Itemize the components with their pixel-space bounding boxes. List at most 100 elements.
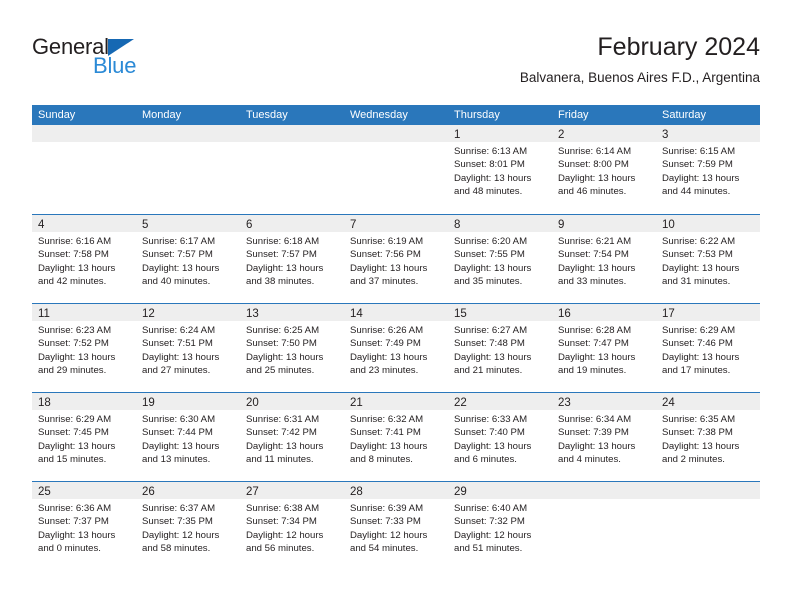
day-info: Sunrise: 6:37 AM Sunset: 7:35 PM Daylight:… [136, 499, 240, 556]
daylight-text-line1: Daylight: 12 hours [350, 529, 428, 541]
calendar-day-cell[interactable]: 21 Sunrise: 6:32 AM Sunset: 7:41 PM Dayligh… [344, 393, 448, 481]
calendar-page: General Blue February 2024 Balvanera, Bu… [0, 0, 792, 612]
daylight-text-line1: Daylight: 13 hours [454, 262, 532, 274]
calendar-day-cell[interactable]: 28 Sunrise: 6:39 AM Sunset: 7:33 PM Dayligh… [344, 482, 448, 570]
daylight-text-line1: Daylight: 13 hours [246, 440, 324, 452]
sunrise-text: Sunrise: 6:38 AM [246, 503, 320, 514]
calendar-day-cell[interactable]: 3 Sunrise: 6:15 AM Sunset: 7:59 PM Daylight… [656, 125, 760, 214]
day-info: Sunrise: 6:32 AM Sunset: 7:41 PM Daylight:… [344, 410, 448, 467]
page-subtitle: Balvanera, Buenos Aires F.D., Argentina [519, 70, 760, 85]
sunrise-text: Sunrise: 6:37 AM [142, 503, 216, 514]
calendar-day-cell[interactable]: 8 Sunrise: 6:20 AM Sunset: 7:55 PM Daylight… [448, 215, 552, 303]
calendar-day-cell[interactable]: 24 Sunrise: 6:35 AM Sunset: 7:38 PM Dayligh… [656, 393, 760, 481]
day-info: Sunrise: 6:30 AM Sunset: 7:44 PM Daylight:… [136, 410, 240, 467]
day-number-band: 20 [240, 393, 344, 410]
calendar-day-cell[interactable]: 4 Sunrise: 6:16 AM Sunset: 7:58 PM Daylight… [32, 215, 136, 303]
daylight-text-line2: and 42 minutes. [38, 276, 107, 288]
daylight-text-line2: and 44 minutes. [662, 186, 731, 198]
calendar-day-cell[interactable]: 26 Sunrise: 6:37 AM Sunset: 7:35 PM Dayligh… [136, 482, 240, 570]
title-block: February 2024 Balvanera, Buenos Aires F.… [520, 32, 760, 86]
weekday-header-thursday: Thursday [454, 109, 500, 121]
day-number-band: 27 [240, 482, 344, 499]
daylight-text-line2: and 21 minutes. [454, 365, 523, 377]
day-number-band [240, 125, 344, 142]
day-number-band: 12 [136, 304, 240, 321]
sunset-text: Sunset: 7:40 PM [454, 427, 525, 439]
sunrise-text: Sunrise: 6:13 AM [454, 146, 528, 157]
calendar-day-cell[interactable]: 7 Sunrise: 6:19 AM Sunset: 7:56 PM Daylight… [344, 215, 448, 303]
calendar-day-cell[interactable]: 9 Sunrise: 6:21 AM Sunset: 7:54 PM Daylight… [552, 215, 656, 303]
calendar-day-cell[interactable]: 20 Sunrise: 6:31 AM Sunset: 7:42 PM Dayligh… [240, 393, 344, 481]
calendar-day-cell[interactable]: 25 Sunrise: 6:36 AM Sunset: 7:37 PM Dayligh… [32, 482, 136, 570]
day-number: 3 [662, 129, 669, 141]
calendar-day-cell[interactable]: 6 Sunrise: 6:18 AM Sunset: 7:57 PM Daylight… [240, 215, 344, 303]
day-number-band: 22 [448, 393, 552, 410]
day-number-band [344, 125, 448, 142]
daylight-text-line1: Daylight: 13 hours [662, 172, 740, 184]
day-number: 22 [454, 397, 467, 409]
calendar-day-cell[interactable]: 18 Sunrise: 6:29 AM Sunset: 7:45 PM Dayligh… [32, 393, 136, 481]
calendar-day-cell[interactable]: 23 Sunrise: 6:34 AM Sunset: 7:39 PM Dayligh… [552, 393, 656, 481]
daylight-text-line2: and 2 minutes. [662, 454, 725, 466]
sunset-text: Sunset: 7:57 PM [142, 249, 213, 261]
calendar-day-cell[interactable]: 15 Sunrise: 6:27 AM Sunset: 7:48 PM Dayligh… [448, 304, 552, 392]
sunset-text: Sunset: 7:33 PM [350, 516, 421, 528]
day-number-band: 4 [32, 215, 136, 232]
calendar-day-cell[interactable]: 11 Sunrise: 6:23 AM Sunset: 7:52 PM Dayligh… [32, 304, 136, 392]
day-info: Sunrise: 6:39 AM Sunset: 7:33 PM Daylight:… [344, 499, 448, 556]
daylight-text-line1: Daylight: 13 hours [662, 262, 740, 274]
sunrise-text: Sunrise: 6:21 AM [558, 236, 632, 247]
day-number: 2 [558, 129, 565, 141]
day-info: Sunrise: 6:27 AM Sunset: 7:48 PM Daylight:… [448, 321, 552, 378]
sunrise-text: Sunrise: 6:35 AM [662, 414, 736, 425]
day-number-band: 24 [656, 393, 760, 410]
calendar-day-cell[interactable]: 16 Sunrise: 6:28 AM Sunset: 7:47 PM Dayligh… [552, 304, 656, 392]
daylight-text-line2: and 37 minutes. [350, 276, 419, 288]
daylight-text-line2: and 11 minutes. [246, 454, 314, 466]
day-number-band: 3 [656, 125, 760, 142]
weekday-header-friday: Friday [558, 109, 589, 121]
calendar-day-cell[interactable]: 2 Sunrise: 6:14 AM Sunset: 8:00 PM Daylight… [552, 125, 656, 214]
calendar-weeks: 1 Sunrise: 6:13 AM Sunset: 8:01 PM Daylight… [32, 125, 760, 570]
day-info: Sunrise: 6:40 AM Sunset: 7:32 PM Daylight:… [448, 499, 552, 556]
daylight-text-line2: and 0 minutes. [38, 543, 101, 555]
daylight-text-line1: Daylight: 13 hours [662, 440, 740, 452]
calendar-day-cell[interactable]: 12 Sunrise: 6:24 AM Sunset: 7:51 PM Dayligh… [136, 304, 240, 392]
calendar-day-cell[interactable]: 14 Sunrise: 6:26 AM Sunset: 7:49 PM Dayligh… [344, 304, 448, 392]
calendar-day-cell[interactable]: 19 Sunrise: 6:30 AM Sunset: 7:44 PM Dayligh… [136, 393, 240, 481]
calendar-day-cell[interactable]: 10 Sunrise: 6:22 AM Sunset: 7:53 PM Dayligh… [656, 215, 760, 303]
brand-name-blue: Blue [93, 53, 137, 78]
daylight-text-line2: and 48 minutes. [454, 186, 523, 198]
daylight-text-line2: and 35 minutes. [454, 276, 523, 288]
daylight-text-line2: and 19 minutes. [558, 365, 627, 377]
sunrise-text: Sunrise: 6:25 AM [246, 325, 320, 336]
sunset-text: Sunset: 8:01 PM [454, 159, 525, 171]
sunrise-text: Sunrise: 6:19 AM [350, 236, 424, 247]
calendar-day-cell[interactable]: 22 Sunrise: 6:33 AM Sunset: 7:40 PM Dayligh… [448, 393, 552, 481]
day-number-band: 7 [344, 215, 448, 232]
day-info: Sunrise: 6:29 AM Sunset: 7:45 PM Daylight:… [32, 410, 136, 467]
calendar-day-cell[interactable]: 1 Sunrise: 6:13 AM Sunset: 8:01 PM Daylight… [448, 125, 552, 214]
day-number: 27 [246, 486, 259, 498]
sunrise-text: Sunrise: 6:22 AM [662, 236, 736, 247]
day-number: 9 [558, 219, 565, 231]
day-number-band: 14 [344, 304, 448, 321]
sunset-text: Sunset: 7:51 PM [142, 338, 213, 350]
sunrise-text: Sunrise: 6:20 AM [454, 236, 528, 247]
brand-logo[interactable]: General Blue [32, 36, 332, 92]
weekday-header-row: Sunday Monday Tuesday Wednesday Thursday Frid… [32, 105, 760, 125]
calendar-day-cell[interactable]: 27 Sunrise: 6:38 AM Sunset: 7:34 PM Dayligh… [240, 482, 344, 570]
daylight-text-line1: Daylight: 13 hours [38, 351, 116, 363]
daylight-text-line1: Daylight: 13 hours [454, 351, 532, 363]
calendar-day-cell[interactable]: 17 Sunrise: 6:29 AM Sunset: 7:46 PM Dayligh… [656, 304, 760, 392]
calendar-day-cell[interactable]: 13 Sunrise: 6:25 AM Sunset: 7:50 PM Dayligh… [240, 304, 344, 392]
day-number-band: 17 [656, 304, 760, 321]
daylight-text-line1: Daylight: 12 hours [454, 529, 532, 541]
day-number: 15 [454, 308, 467, 320]
daylight-text-line2: and 23 minutes. [350, 365, 419, 377]
calendar-week-row: 25 Sunrise: 6:36 AM Sunset: 7:37 PM Dayligh… [32, 481, 760, 570]
daylight-text-line2: and 6 minutes. [454, 454, 517, 466]
calendar-day-cell[interactable]: 5 Sunrise: 6:17 AM Sunset: 7:57 PM Daylight… [136, 215, 240, 303]
daylight-text-line2: and 54 minutes. [350, 543, 419, 555]
calendar-day-cell[interactable]: 29 Sunrise: 6:40 AM Sunset: 7:32 PM Dayligh… [448, 482, 552, 570]
